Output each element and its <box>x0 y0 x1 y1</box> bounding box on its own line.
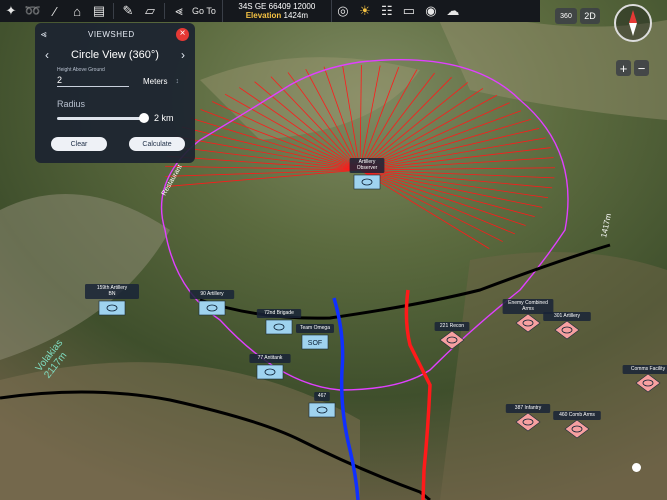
sun-icon[interactable]: ☀ <box>354 0 376 22</box>
unit-label: BN <box>109 291 116 297</box>
target-icon[interactable]: ◉ <box>420 0 442 22</box>
radius-slider-thumb[interactable] <box>139 112 149 123</box>
unit-label: Comms Facility <box>631 366 666 372</box>
chevron-updown-icon[interactable]: ↕ <box>175 78 179 85</box>
globe-icon[interactable]: ◎ <box>332 0 354 22</box>
goto-button[interactable]: Go To <box>192 6 216 16</box>
compass-needle-icon <box>629 10 637 36</box>
mode-selector: ‹ Circle View (360°) › <box>35 45 195 65</box>
unit-frame[interactable] <box>353 174 381 190</box>
radius-slider[interactable] <box>57 112 149 123</box>
next-mode-button[interactable]: › <box>177 48 189 62</box>
coordinate-text: 34S GE 66409 12000 <box>238 2 316 11</box>
unit-label: 301 Artillery <box>554 313 581 319</box>
radius-row: 2 km <box>35 112 195 123</box>
height-label: Height Above Ground <box>57 67 105 73</box>
unit-label: Team Omega <box>300 325 330 331</box>
main-toolbar: ✦ ➿ ∕ ⌂ ▤ ✎ ▱ ⪡ Go To 34S GE 66409 12000… <box>0 0 540 22</box>
clear-button[interactable]: Clear <box>51 137 107 151</box>
coordinate-readout: 34S GE 66409 12000 Elevation 1424m <box>221 0 332 22</box>
pencil-icon[interactable]: ✎ <box>117 0 139 22</box>
unit-frame[interactable] <box>265 319 293 335</box>
compass-icon[interactable] <box>614 4 652 42</box>
satellite-icon[interactable]: ✦ <box>0 0 22 22</box>
unit-label: 77 Antitank <box>258 355 283 361</box>
unit-label: Observer <box>357 165 378 171</box>
unit-symbol[interactable]: SOF Team Omega <box>296 324 334 350</box>
unit-label: 467 <box>318 393 327 399</box>
location-dot-icon[interactable] <box>632 463 641 472</box>
stamp-icon[interactable]: ⌂ <box>66 0 88 22</box>
view-360-button[interactable]: 360 <box>555 8 577 24</box>
panel-header: ⪡ VIEWSHED × <box>35 23 195 45</box>
close-button[interactable]: × <box>176 27 189 41</box>
radius-label: Radius <box>57 99 86 109</box>
unit-frame[interactable] <box>308 402 336 418</box>
unit-label: 387 Infantry <box>515 405 542 411</box>
previous-mode-button[interactable]: ‹ <box>41 48 53 62</box>
mode-label: Circle View (360°) <box>71 49 159 61</box>
mode-2d-button[interactable]: 2D <box>580 8 600 24</box>
layers-icon[interactable]: ▤ <box>88 0 110 22</box>
cloud-icon[interactable]: ☁ <box>442 0 464 22</box>
polygon-icon[interactable]: ▱ <box>139 0 161 22</box>
goto-icon[interactable]: ⪡ <box>168 0 190 22</box>
unit-frame[interactable] <box>98 300 126 316</box>
monitor-icon[interactable]: ▭ <box>398 0 420 22</box>
elevation-value: 1424m <box>283 11 308 20</box>
unit-label: Arms <box>522 306 534 312</box>
unit-frame[interactable] <box>198 300 226 316</box>
unit-label: 90 Artillery <box>200 291 224 297</box>
unit-label: 72nd Brigade <box>264 310 294 316</box>
viewshed-icon: ⪡ <box>41 28 47 40</box>
elevation-readout: Elevation 1424m <box>246 11 308 20</box>
toolbar-divider <box>113 3 114 19</box>
zoom-out-button[interactable]: − <box>634 60 649 76</box>
viewshed-panel: ⪡ VIEWSHED × ‹ Circle View (360°) › Heig… <box>35 23 195 163</box>
unit-frame[interactable] <box>256 364 284 380</box>
unit-symbol-text: SOF <box>308 340 322 347</box>
height-row: 2 Meters ↕ <box>35 75 195 87</box>
elevation-label: Elevation <box>245 11 282 20</box>
unit-label: 221 Recon <box>440 323 464 329</box>
ruler-icon[interactable]: ∕ <box>44 0 66 22</box>
radius-value: 2 km <box>154 113 174 123</box>
height-input[interactable]: 2 <box>57 75 129 87</box>
toolbar-divider <box>164 3 165 19</box>
unit-select[interactable]: Meters <box>143 77 167 86</box>
calculate-button[interactable]: Calculate <box>129 137 185 151</box>
zoom-in-button[interactable]: + <box>616 60 631 76</box>
unit-label: 460 Comb Arms <box>559 412 595 418</box>
route-icon[interactable]: ➿ <box>22 0 44 22</box>
network-icon[interactable]: ☷ <box>376 0 398 22</box>
panel-title: VIEWSHED <box>87 29 135 39</box>
action-row: Clear Calculate <box>35 137 195 151</box>
